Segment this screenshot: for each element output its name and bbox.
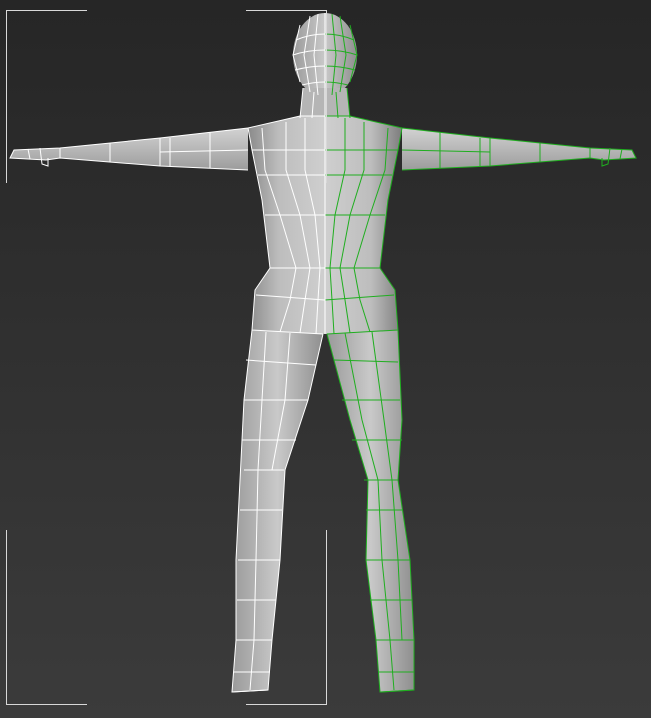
perspective-viewport[interactable] — [0, 0, 651, 718]
character-mesh[interactable] — [10, 13, 636, 692]
scene-canvas[interactable] — [0, 0, 651, 718]
